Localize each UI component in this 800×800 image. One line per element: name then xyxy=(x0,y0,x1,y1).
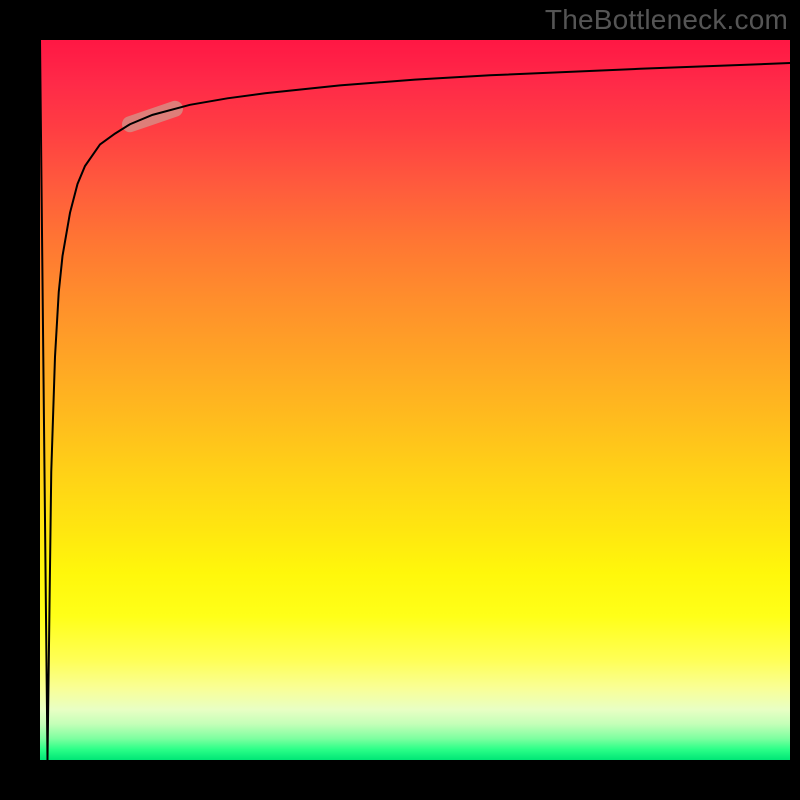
plot-area xyxy=(40,40,790,760)
plot-svg xyxy=(40,40,790,760)
watermark-text: TheBottleneck.com xyxy=(545,4,788,36)
bottleneck-curve xyxy=(40,40,790,760)
chart-frame: TheBottleneck.com xyxy=(0,0,800,800)
